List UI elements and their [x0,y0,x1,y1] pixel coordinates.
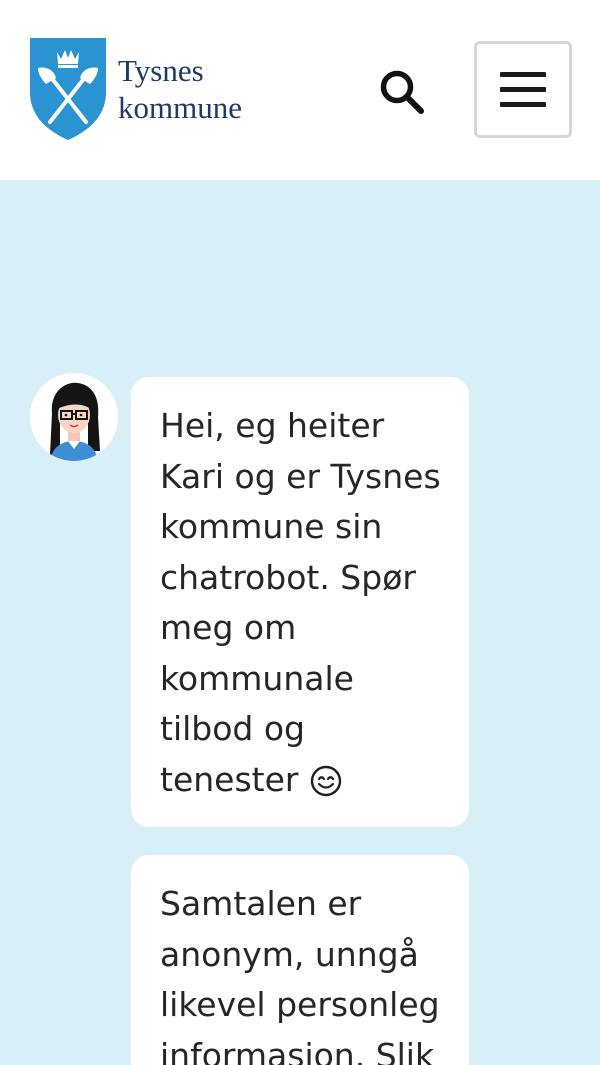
logo-line-1: Tysnes [118,53,204,88]
chat-message-text: Hei, eg heiter Kari og er Tysnes kommune… [160,406,441,799]
hamburger-menu-icon-bar [500,102,546,107]
chatbot-avatar-icon [30,373,118,461]
chat-message-text: Samtalen er anonym, unngå likevel person… [160,884,440,1065]
chat-area: Hei, eg heiter Kari og er Tysnes kommune… [0,180,600,1065]
site-header: Tysnes kommune [0,0,600,180]
hamburger-menu-icon-bar [500,87,546,92]
search-icon [380,70,424,114]
smiling-face-icon [310,765,342,797]
chatbot-avatar [30,373,118,461]
hamburger-menu-icon [500,72,546,77]
logo-line-2: kommune [118,90,242,125]
chat-message-bot: Samtalen er anonym, unngå likevel person… [131,855,469,1065]
chat-message-bot: Hei, eg heiter Kari og er Tysnes kommune… [131,377,469,827]
menu-button[interactable] [474,41,572,138]
search-button[interactable] [372,62,432,122]
logo-link[interactable]: Tysnes kommune [28,36,242,142]
logo-wordmark: Tysnes kommune [118,52,242,126]
coat-of-arms-icon [30,38,106,140]
